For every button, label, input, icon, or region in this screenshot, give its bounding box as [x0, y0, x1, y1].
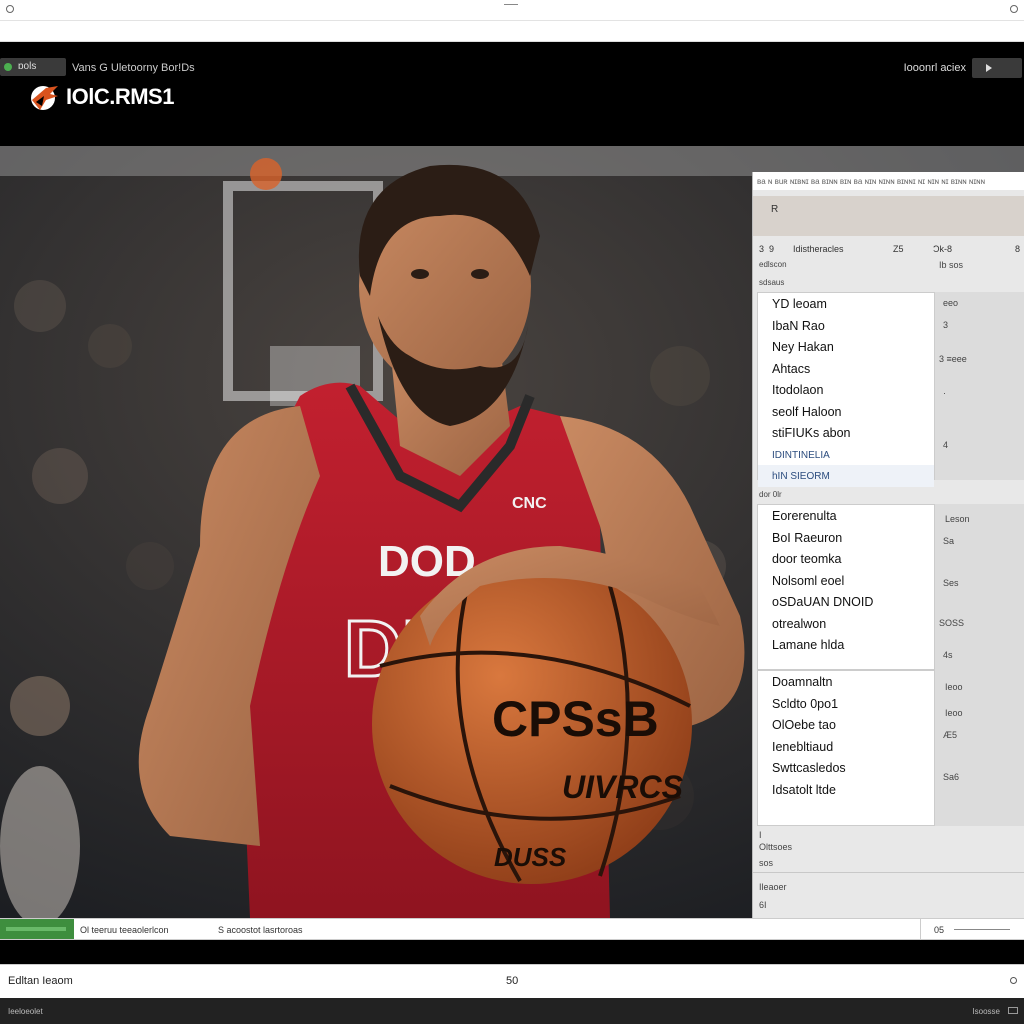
list-item[interactable]: OlOebe tao — [758, 714, 934, 736]
ball-text-1: CPSsB — [492, 691, 659, 747]
list-item[interactable]: Ney Hakan — [758, 336, 934, 358]
info-panel: ʙa ɴ ʙuʀ ɴɪʙɴɪ ʙa ʙɪɴɴ ʙɪɴ ʙa ɴɪɴ ɴɪɴɴ ʙ… — [752, 172, 1024, 918]
zoom-slider[interactable] — [954, 929, 1010, 930]
list2-value: Ses — [943, 578, 959, 588]
list-item[interactable]: IDINTINELIA — [758, 444, 934, 466]
section2-title: DOR 0LR — [759, 490, 782, 499]
col-header-6[interactable]: 8 — [1015, 244, 1020, 254]
list-item[interactable]: oSDaUAN DNOID — [758, 591, 934, 613]
list1: YD leoam IbaN Rao Ney Hakan Ahtacs Itodo… — [757, 292, 935, 487]
list3-value: Sa6 — [943, 772, 960, 782]
list1-side — [935, 292, 1024, 480]
list-item[interactable]: Ahtacs — [758, 358, 934, 380]
list-item[interactable]: door teomka — [758, 548, 934, 570]
col-header-4[interactable]: Z5 — [893, 244, 904, 254]
logo-text: IOlC.RMS1 — [66, 84, 174, 109]
status-pill-label: ɒols — [18, 61, 37, 72]
title-divider — [0, 20, 1024, 21]
list2: Eorerenulta BoI Raeuron door teomka Nols… — [757, 504, 935, 670]
list3-side — [935, 670, 1024, 826]
header-right-link[interactable]: Iooonrl aciex — [904, 62, 966, 74]
play-icon — [986, 64, 992, 72]
title-bar — [0, 0, 1024, 42]
list3-value: Ieoo — [945, 682, 963, 692]
panel-column-headers: 3 9 Idistheracles Z5 Ɔk-8 8 — [753, 242, 1024, 256]
col-header-3[interactable]: Idistheracles — [793, 244, 844, 254]
status-left-text: Ol teeruu teeaolerlcon — [80, 925, 169, 935]
list-item[interactable]: Itodolaon — [758, 379, 934, 401]
separator-band — [0, 940, 1024, 964]
section1-title: Edlscon — [759, 260, 787, 269]
list1-value: 3 ≡eee — [939, 354, 967, 364]
panel-footer-4[interactable]: Ileaoer — [753, 882, 1024, 892]
title-bar-handle[interactable] — [504, 4, 518, 8]
list3: Doamnaltn Scldto 0po1 OlOebe tao Ieneblt… — [757, 670, 935, 826]
list3-value: Æ5 — [943, 730, 958, 740]
window-menu-icon[interactable] — [6, 5, 14, 13]
list1-value: 4 — [943, 440, 949, 450]
list2-value: Leson — [945, 514, 970, 524]
panel-footer-2: Olttsoes — [759, 842, 793, 852]
list-item[interactable]: Ienebltiaud — [758, 736, 934, 758]
bottom-bar: Edltan Ieaom 50 — [0, 964, 1024, 998]
panel-tab[interactable]: R — [753, 196, 1024, 236]
zoom-value: 05 — [934, 925, 945, 935]
window-close-icon[interactable] — [1010, 5, 1018, 13]
list2-value: Sa — [943, 536, 955, 546]
panel-footer-3: sos — [759, 858, 774, 868]
list-item[interactable]: hIN SIEORM — [758, 465, 934, 487]
panel-footer-5: 6I — [759, 900, 767, 910]
list3-value: Ieoo — [945, 708, 963, 718]
list-item[interactable]: BoI Raeuron — [758, 527, 934, 549]
section1-right: Ib sos — [939, 260, 964, 270]
list1-value: eeo — [943, 298, 959, 308]
panel-divider — [753, 872, 1024, 873]
bird-logo-icon — [31, 86, 58, 110]
list-item[interactable]: Doamnaltn — [758, 671, 934, 693]
ball-text-2: UIVRCS — [562, 769, 684, 805]
list-item[interactable]: stiFIUKs abon — [758, 422, 934, 444]
list-item[interactable]: Scldto 0po1 — [758, 693, 934, 715]
window-icon[interactable] — [1008, 1007, 1018, 1014]
footer-left-text: Ieeloeolet — [8, 1007, 43, 1016]
list2-value: SOSS — [939, 618, 965, 628]
list1-value: 3 — [943, 320, 949, 330]
site-header: ɒols Vans G Uletoorny Bor!Ds IOlC.RMS1 I… — [0, 42, 1024, 146]
panel-footer-1: I — [759, 830, 762, 840]
progress-indicator — [0, 919, 74, 939]
radio-icon[interactable] — [1010, 977, 1017, 984]
list-item[interactable]: YD leoam — [758, 293, 934, 315]
footer: Ieeloeolet Isoosse — [0, 998, 1024, 1024]
site-logo[interactable]: IOlC.RMS1 — [28, 82, 174, 112]
app-window: ɒols Vans G Uletoorny Bor!Ds IOlC.RMS1 I… — [0, 0, 1024, 1024]
section1-sub: sdsaus — [759, 278, 785, 287]
ball-text-3: DUSS — [494, 842, 567, 872]
list-item[interactable]: IbaN Rao — [758, 315, 934, 337]
status-pill[interactable]: ɒols — [0, 58, 66, 76]
list-item[interactable]: otrealwon — [758, 613, 934, 635]
col-header-5[interactable]: Ɔk-8 — [933, 244, 952, 254]
status-mid-text: S acoostot lasrtoroas — [218, 925, 303, 935]
col-header-2[interactable]: 9 — [769, 244, 774, 254]
header-play-button[interactable] — [972, 58, 1022, 78]
col-header-1[interactable]: 3 — [759, 244, 764, 254]
bottom-left-text[interactable]: Edltan Ieaom — [8, 975, 73, 987]
bottom-mid-text: 50 — [506, 975, 519, 987]
chest-logo: CNC — [512, 495, 547, 512]
header-nav[interactable]: Vans G Uletoorny Bor!Ds — [72, 62, 195, 74]
list1-value: · — [943, 388, 946, 398]
list2-value: 4s — [943, 650, 953, 660]
list-item[interactable]: Nolsoml eoel — [758, 570, 934, 592]
list-item[interactable]: Swttcasledos — [758, 757, 934, 779]
footer-right-text: Isoosse — [972, 1007, 1000, 1016]
list-item[interactable]: Eorerenulta — [758, 505, 934, 527]
online-dot-icon — [4, 63, 12, 71]
panel-strip: ʙa ɴ ʙuʀ ɴɪʙɴɪ ʙa ʙɪɴɴ ʙɪɴ ʙa ɴɪɴ ɴɪɴɴ ʙ… — [753, 172, 1024, 190]
status-bar: Ol teeruu teeaolerlcon S acoostot lasrto… — [0, 918, 1024, 940]
list-item[interactable]: Idsatolt ltde — [758, 779, 934, 801]
list-item[interactable]: seolf Haloon — [758, 401, 934, 423]
list-item[interactable]: Lamane hlda — [758, 634, 934, 656]
